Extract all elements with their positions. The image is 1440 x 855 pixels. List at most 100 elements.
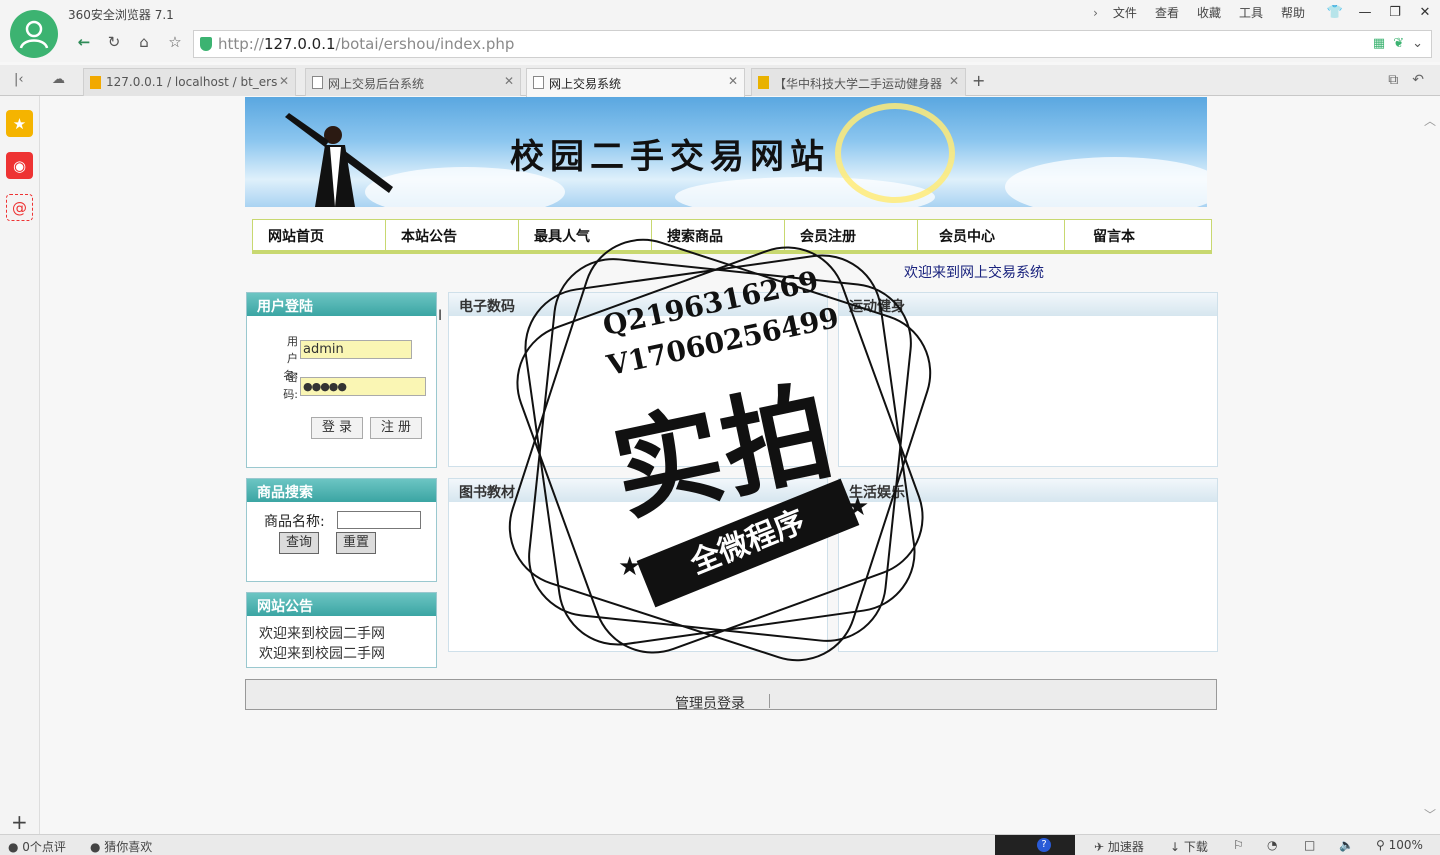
nav-member-center[interactable]: 会员中心 xyxy=(918,220,1065,250)
tab-hust-fitness[interactable]: 【华中科技大学二手运动健身器 ✕ xyxy=(751,68,966,96)
site-nav: 网站首页 本站公告 最具人气 搜索商品 会员注册 会员中心 留言本 xyxy=(252,219,1212,254)
category-books: 图书教材 xyxy=(448,478,828,652)
address-bar[interactable]: http://127.0.0.1/botai/ershou/index.php … xyxy=(193,30,1432,58)
category-header: 运动健身 xyxy=(839,293,1217,316)
tab-label: 网上交易系统 xyxy=(549,77,622,91)
menu-view[interactable]: 查看 xyxy=(1146,4,1188,21)
new-tab-plus-icon[interactable]: + xyxy=(972,71,985,90)
volume-icon[interactable]: 🔈 xyxy=(1339,838,1354,852)
register-button[interactable]: 注 册 xyxy=(370,417,422,439)
reload-icon[interactable]: ↻ xyxy=(102,33,126,51)
tab-strip: |‹ ☁ 127.0.0.1 / localhost / bt_ers ✕ 网上… xyxy=(0,65,1440,97)
close-tab-icon[interactable]: ✕ xyxy=(279,74,289,88)
text-cursor-icon: I xyxy=(438,308,443,324)
category-header: 图书教材 xyxy=(449,479,827,502)
favorites-star-icon[interactable]: ★ xyxy=(6,110,33,137)
category-electronics: 电子数码 xyxy=(448,292,828,467)
browser-sidebar: ★ ◉ @ + xyxy=(0,96,40,834)
tab-admin-system[interactable]: 网上交易后台系统 ✕ xyxy=(305,68,521,96)
bookmark-star-icon[interactable]: ☆ xyxy=(163,33,187,51)
scroll-down-arrow[interactable]: ﹀ xyxy=(1424,806,1436,823)
speed-icon[interactable]: ◔ xyxy=(1267,838,1277,852)
browser-titlebar: 360安全浏览器 7.1 › 文件 查看 收藏 工具 帮助 👕 — ❐ ✕ xyxy=(0,0,1440,28)
site-notice-box: 网站公告 欢迎来到校园二手网 欢迎来到校园二手网 xyxy=(246,592,437,668)
menu-favorites[interactable]: 收藏 xyxy=(1188,4,1230,21)
category-header: 电子数码 xyxy=(449,293,827,316)
image-tab-icon xyxy=(758,76,769,89)
login-header: 用户登陆 xyxy=(247,293,436,316)
download-button[interactable]: ↓ 下载 xyxy=(1170,838,1208,855)
login-button[interactable]: 登 录 xyxy=(311,417,363,439)
help-icon[interactable]: ? xyxy=(1037,838,1051,852)
cloud-icon[interactable]: ☁ xyxy=(52,72,65,87)
tab-trading-system[interactable]: 网上交易系统 ✕ xyxy=(526,68,745,97)
page-icon xyxy=(533,76,544,89)
chevron-right-icon[interactable]: › xyxy=(1087,6,1104,20)
admin-login-link[interactable]: 管理员登录 xyxy=(675,693,745,713)
product-name-label: 商品名称: xyxy=(264,514,325,530)
minimize-button[interactable]: — xyxy=(1350,0,1380,24)
close-tab-icon[interactable]: ✕ xyxy=(949,74,959,88)
category-lifestyle: 生活娱乐 xyxy=(838,478,1218,652)
user-avatar[interactable] xyxy=(10,10,58,58)
shirt-icon[interactable]: 👕 xyxy=(1320,0,1350,24)
menu-file[interactable]: 文件 xyxy=(1104,4,1146,21)
security-shield-icon xyxy=(200,37,212,51)
tab-phpmyadmin[interactable]: 127.0.0.1 / localhost / bt_ers ✕ xyxy=(83,68,296,96)
home-icon[interactable]: ⌂ xyxy=(132,33,156,51)
sidebar-add-icon[interactable]: + xyxy=(11,810,28,834)
product-search-box: 商品搜索 商品名称: 查询 重置 xyxy=(246,478,437,582)
product-name-input[interactable] xyxy=(337,511,421,529)
leaf-icon[interactable]: ❦ xyxy=(1393,36,1404,51)
nav-search[interactable]: 搜索商品 xyxy=(652,220,785,250)
tab-list-left-icon[interactable]: |‹ xyxy=(14,72,24,87)
page-icon xyxy=(312,76,323,89)
scroll-up-arrow[interactable]: ︿ xyxy=(1424,112,1436,129)
comments-indicator[interactable]: ● 0个点评 xyxy=(8,838,66,855)
menu-help[interactable]: 帮助 xyxy=(1272,4,1314,21)
nav-announcements[interactable]: 本站公告 xyxy=(386,220,519,250)
footer-separator xyxy=(769,694,770,708)
nav-popular[interactable]: 最具人气 xyxy=(519,220,652,250)
window-icon[interactable]: □ xyxy=(1304,838,1315,852)
system-tray: ? xyxy=(995,835,1075,855)
banner-ring-decoration xyxy=(835,103,955,203)
nav-register[interactable]: 会员注册 xyxy=(785,220,918,250)
mail-at-icon[interactable]: @ xyxy=(6,194,33,221)
site-footer: 管理员登录 xyxy=(245,679,1217,713)
chevron-down-icon[interactable]: ⌄ xyxy=(1412,36,1423,51)
site-banner: 校园二手交易网站 xyxy=(245,97,1207,207)
password-input[interactable]: ●●●●● xyxy=(300,377,426,396)
tab-label: 【华中科技大学二手运动健身器 xyxy=(774,77,943,91)
query-button[interactable]: 查询 xyxy=(279,532,319,554)
browser-title: 360安全浏览器 7.1 xyxy=(68,8,174,22)
menu-tools[interactable]: 工具 xyxy=(1230,4,1272,21)
address-actions: ▦ ❦ ⌄ xyxy=(1373,36,1423,51)
tab-overview-icon[interactable]: ⧉ xyxy=(1388,72,1398,88)
weibo-icon[interactable]: ◉ xyxy=(6,152,33,179)
nav-home[interactable]: 网站首页 xyxy=(253,220,386,250)
url-text[interactable]: http://127.0.0.1/botai/ershou/index.php xyxy=(218,35,514,53)
undo-close-icon[interactable]: ↶ xyxy=(1412,72,1424,88)
back-arrow-icon[interactable]: ← xyxy=(72,33,96,51)
category-sports: 运动健身 xyxy=(838,292,1218,467)
restore-button[interactable]: ❐ xyxy=(1380,0,1410,24)
qr-code-icon[interactable]: ▦ xyxy=(1373,36,1385,51)
notice-item[interactable]: 欢迎来到校园二手网 xyxy=(259,643,385,663)
close-window-button[interactable]: ✕ xyxy=(1410,0,1440,24)
nav-guestbook[interactable]: 留言本 xyxy=(1065,220,1211,250)
close-tab-icon[interactable]: ✕ xyxy=(728,74,738,88)
login-box: 用户登陆 用户 名: admin 密 码: ●●●●● 登 录 注 册 xyxy=(246,292,437,468)
username-input[interactable]: admin xyxy=(300,340,412,359)
tab-strip-actions: ⧉ ↶ xyxy=(1388,72,1424,88)
address-row: ← ↻ ⌂ ☆ http://127.0.0.1/botai/ershou/in… xyxy=(0,28,1440,62)
tab-label: 网上交易后台系统 xyxy=(328,77,425,91)
notice-item[interactable]: 欢迎来到校园二手网 xyxy=(259,623,385,643)
zoom-control[interactable]: ⚲ 100% xyxy=(1376,838,1423,852)
password-label: 密 码: xyxy=(283,371,298,401)
close-tab-icon[interactable]: ✕ xyxy=(504,74,514,88)
flag-icon[interactable]: ⚐ xyxy=(1233,838,1244,852)
guess-you-like[interactable]: ● 猜你喜欢 xyxy=(90,838,152,855)
reset-button[interactable]: 重置 xyxy=(336,532,376,554)
accelerator-button[interactable]: ✈ 加速器 xyxy=(1094,838,1144,855)
